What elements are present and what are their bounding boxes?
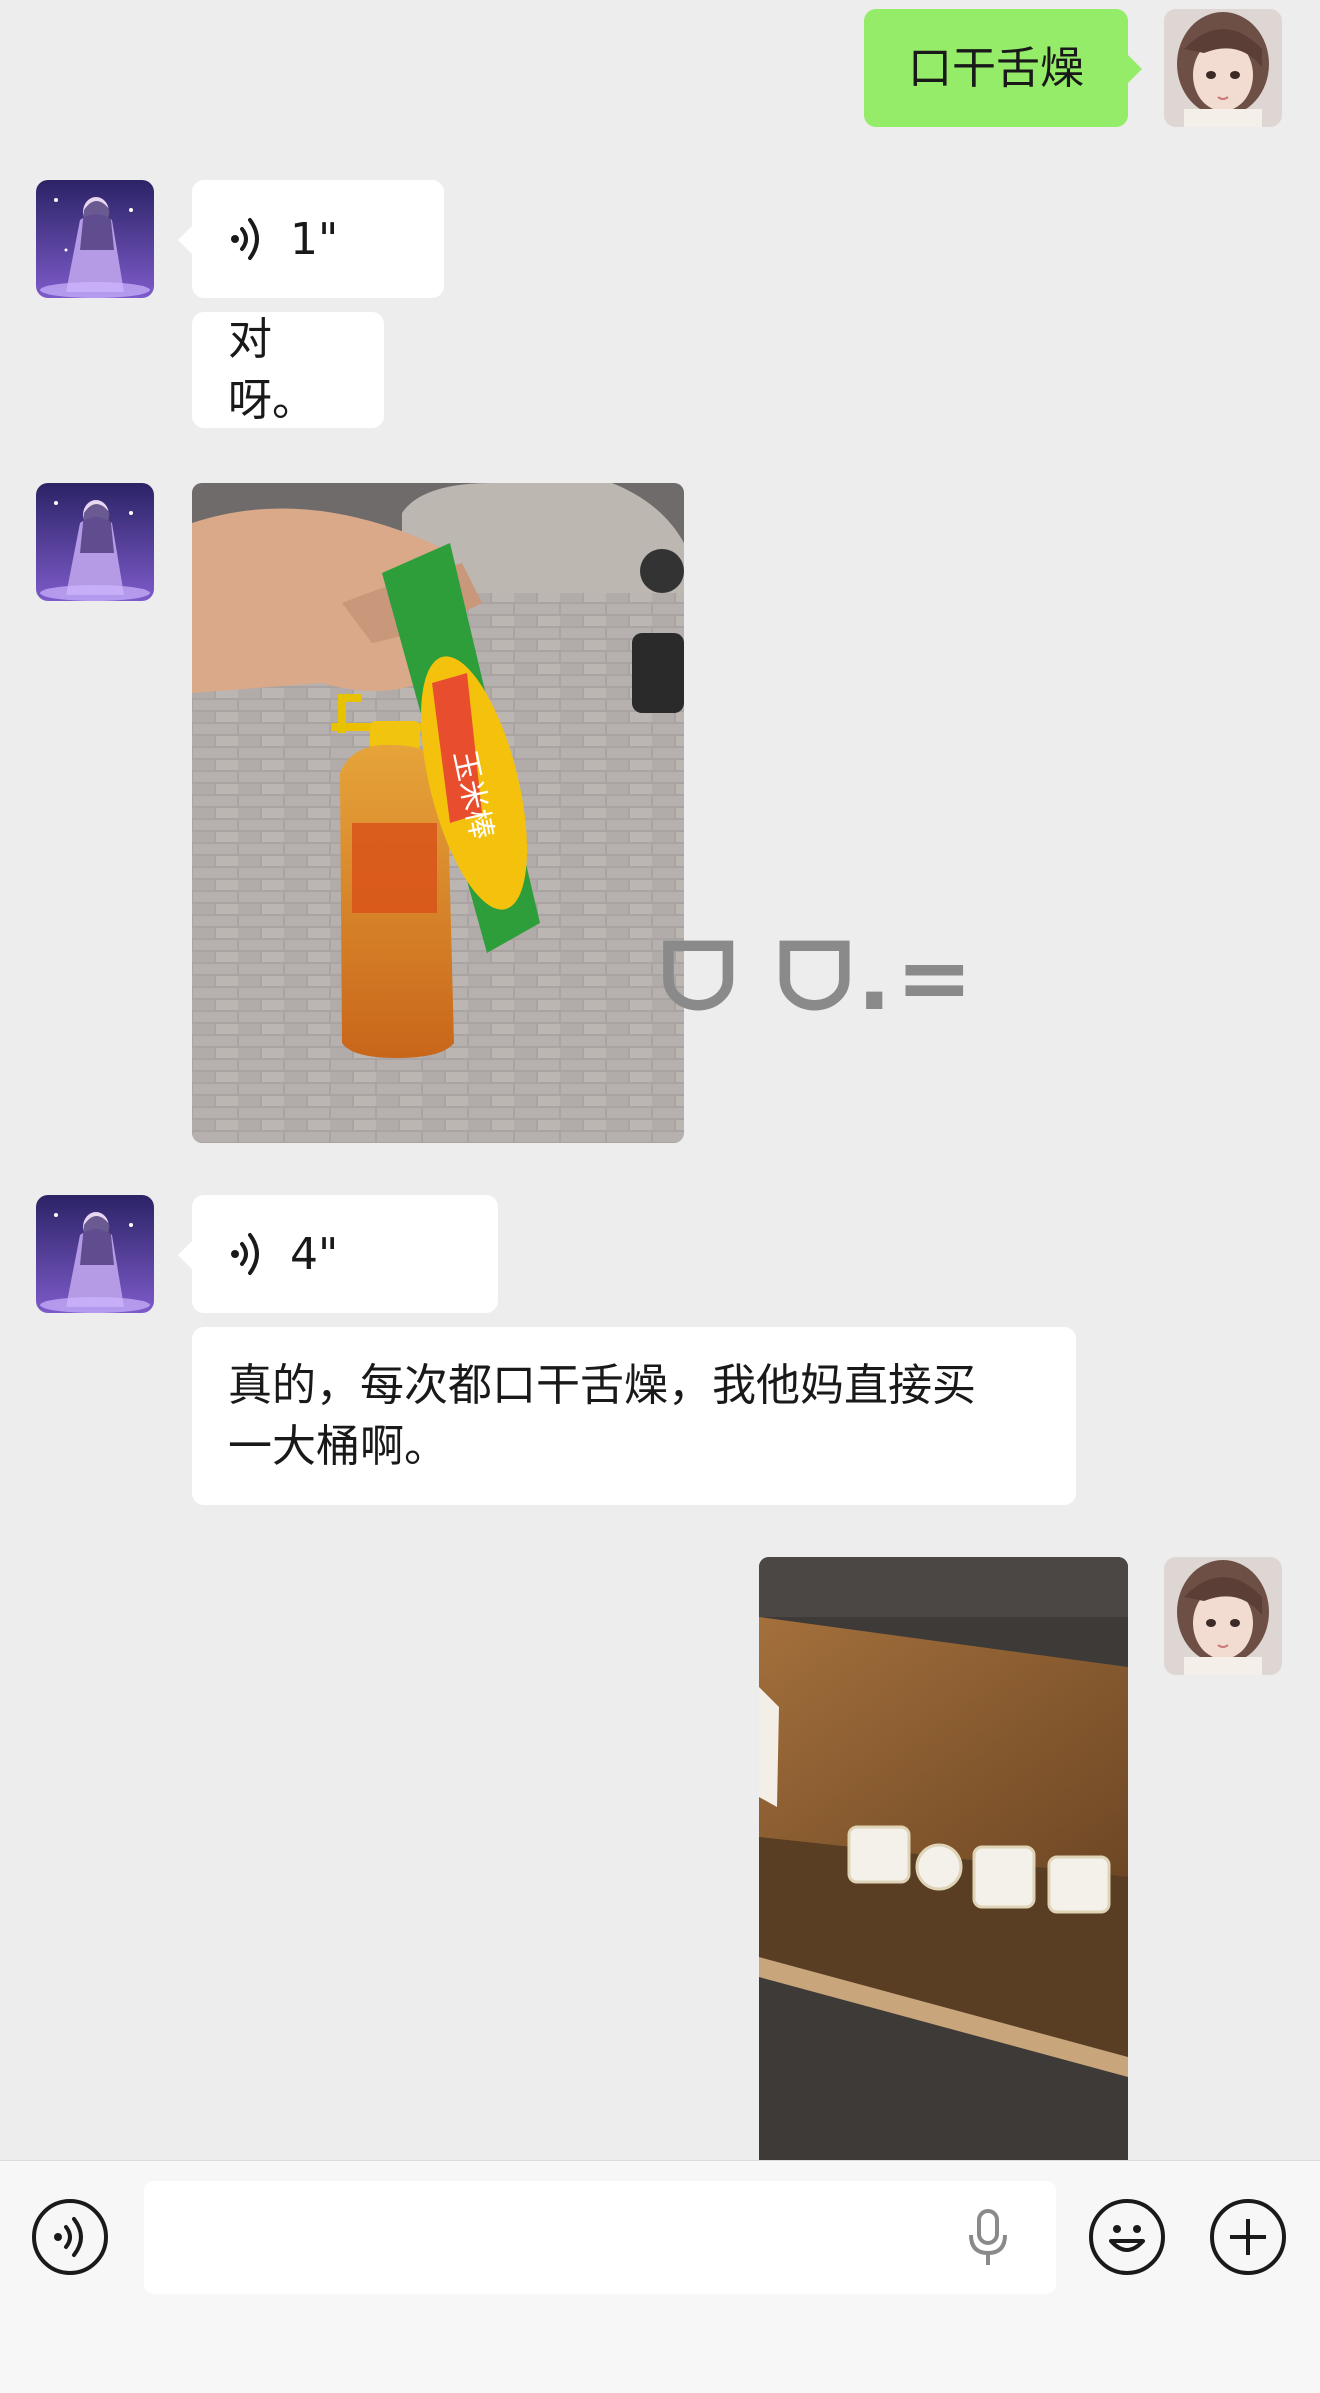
chat-input-bar — [0, 2160, 1320, 2393]
microphone-icon[interactable] — [966, 2209, 1010, 2269]
image-overlay-text: ᗜ ᗜ.= — [660, 924, 977, 1031]
emoji-icon — [1109, 2225, 1145, 2252]
message-input[interactable] — [144, 2181, 1056, 2294]
voice-duration: 1" — [290, 213, 339, 265]
message-bubble-other[interactable]: 真的，每次都口干舌燥，我他妈直接买 一大桶啊。 — [192, 1327, 1076, 1505]
voice-mode-button[interactable] — [32, 2199, 108, 2275]
avatar-other-image — [36, 1195, 154, 1313]
avatar-self[interactable] — [1164, 1557, 1282, 1675]
avatar-other[interactable] — [36, 1195, 154, 1313]
image-message[interactable]: 玉米棒 — [192, 483, 684, 1143]
avatar-self-image — [1164, 1557, 1282, 1675]
message-text: 对呀。 — [228, 314, 316, 426]
voice-wave-icon — [231, 1233, 259, 1275]
plus-icon — [1230, 2219, 1266, 2255]
message-bubble-self[interactable]: 口干舌燥 — [864, 9, 1142, 127]
message-text-line: 一大桶啊。 — [228, 1421, 448, 1472]
emoji-button[interactable] — [1089, 2199, 1165, 2275]
more-button[interactable] — [1210, 2199, 1286, 2275]
message-text: 口干舌燥 — [908, 42, 1084, 94]
voice-message-bubble[interactable]: 1" — [178, 180, 444, 298]
voice-duration: 4" — [290, 1228, 339, 1280]
message-bubble-other[interactable]: 对呀。 — [192, 312, 384, 428]
voice-message-bubble[interactable]: 4" — [178, 1195, 498, 1313]
voice-wave-icon — [231, 218, 259, 260]
voice-mode-icon — [54, 2217, 83, 2257]
message-text-line: 真的，每次都口干舌燥，我他妈直接买 — [228, 1360, 976, 1411]
photo-oil-and-corn: 玉米棒 — [192, 483, 684, 1143]
avatar-other[interactable] — [36, 180, 154, 298]
avatar-other-image — [36, 180, 154, 298]
image-message-self[interactable] — [759, 1557, 1128, 2160]
avatar-other[interactable] — [36, 483, 154, 601]
avatar-self[interactable] — [1164, 9, 1282, 127]
avatar-other-image — [36, 483, 154, 601]
avatar-self-image — [1164, 9, 1282, 127]
photo-wooden-sign — [759, 1557, 1128, 2160]
